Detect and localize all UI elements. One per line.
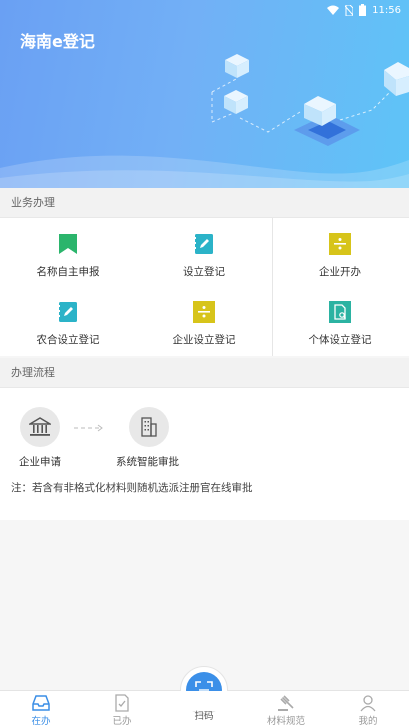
step-label: 企业申请 [19, 456, 61, 468]
tab-in-progress[interactable]: 在办 [11, 691, 71, 728]
business-item-label: 名称自主申报 [36, 266, 100, 278]
building-icon [141, 417, 157, 437]
status-time: 11:56 [372, 4, 401, 16]
business-item-individual-establish[interactable]: 个体设立登记 [272, 286, 408, 354]
step-system-approval [129, 407, 169, 447]
document-search-icon [329, 301, 351, 323]
section-process-title: 办理流程 [0, 358, 409, 388]
tab-label: 在办 [31, 716, 51, 727]
tab-label: 已办 [112, 716, 132, 727]
gavel-icon [278, 695, 294, 711]
header-banner: 11:56 海南e登记 [0, 0, 409, 188]
tab-material-spec[interactable]: 材料规范 [256, 691, 316, 728]
edit-note-icon [194, 234, 213, 254]
header-wave [0, 155, 409, 188]
edit-note-icon [58, 302, 77, 322]
business-item-label: 个体设立登记 [308, 334, 372, 346]
process-panel: 企业申请 系统智能审批 注：若含有非格式化材料则随机选派注册官在线审批 [0, 388, 409, 520]
divide-icon [329, 233, 351, 255]
section-business-title: 业务办理 [0, 188, 409, 218]
no-sim-icon [345, 4, 354, 16]
battery-icon [359, 4, 367, 16]
wifi-icon [327, 5, 340, 15]
status-bar: 11:56 [327, 3, 401, 17]
tab-label: 我的 [358, 716, 378, 727]
bookmark-icon [59, 234, 77, 254]
business-item-label: 农合设立登记 [36, 334, 100, 346]
process-note: 注：若含有非格式化材料则随机选派注册官在线审批 [11, 482, 253, 494]
business-item-enterprise-establish[interactable]: 企业设立登记 [136, 286, 272, 354]
business-item-enterprise-start[interactable]: 企业开办 [272, 218, 408, 286]
tab-done[interactable]: 已办 [92, 691, 152, 728]
business-item-coop-establish[interactable]: 农合设立登记 [0, 286, 136, 354]
flow-arrow-icon [74, 424, 103, 432]
step-label: 系统智能审批 [116, 456, 179, 468]
business-grid: 名称自主申报 设立登记 企业开办 农合设立登记 企业设立登记 个体设立登记 [0, 218, 409, 356]
scan-label: 扫码 [194, 711, 214, 722]
divide-icon [193, 301, 215, 323]
bank-icon [29, 417, 51, 436]
done-doc-icon [115, 694, 129, 712]
inbox-icon [32, 695, 50, 711]
business-item-label: 企业设立登记 [172, 334, 236, 346]
business-item-label: 企业开办 [319, 266, 361, 278]
tab-mine[interactable]: 我的 [338, 691, 398, 728]
step-company-apply [20, 407, 60, 447]
business-item-establish[interactable]: 设立登记 [136, 218, 272, 286]
tab-label: 材料规范 [266, 716, 305, 727]
user-icon [360, 695, 376, 712]
grid-divider [272, 218, 273, 356]
app-title: 海南e登记 [20, 32, 95, 51]
business-item-label: 设立登记 [183, 266, 225, 278]
business-item-name-declare[interactable]: 名称自主申报 [0, 218, 136, 286]
